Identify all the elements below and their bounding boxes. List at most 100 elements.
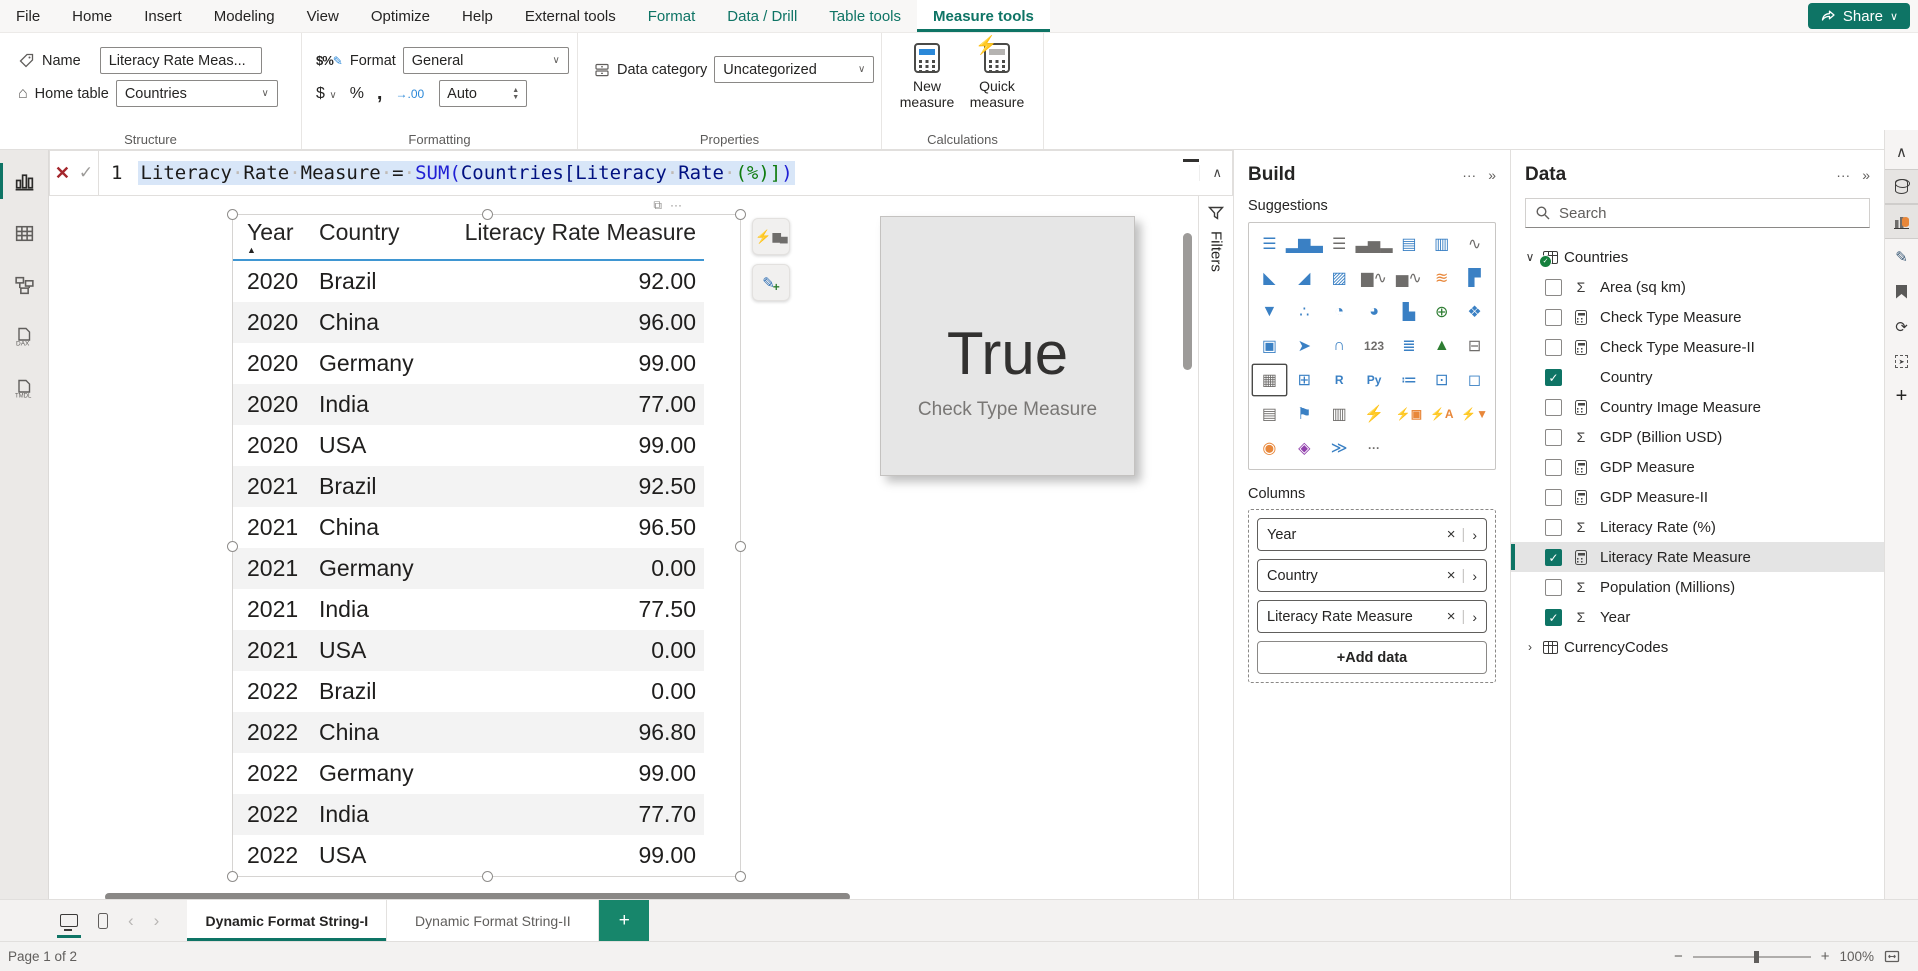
table-row[interactable]: 2021China96.50 [233,507,704,548]
menu-item-home[interactable]: Home [56,0,128,32]
100-stacked-bar-chart-icon[interactable]: ▤ [1393,229,1426,259]
line-stacked-column-chart-icon[interactable]: ▆∿ [1356,263,1393,293]
formula-code[interactable]: Literacy·Rate·Measure·=·SUM(Countries[Li… [138,161,794,185]
field-checkbox[interactable] [1545,459,1562,476]
quick-calc-ai-visual-icon[interactable]: ⚡ [1356,399,1393,429]
currency-button[interactable]: $ ∨ [316,85,337,103]
add-data-button[interactable]: +Add data [1257,641,1487,674]
field-checkbox[interactable] [1545,579,1562,596]
kpi-icon[interactable]: ▲ [1425,331,1458,361]
resize-handle[interactable] [482,209,493,220]
data-field-country-image-measure[interactable]: Country Image Measure [1511,392,1884,422]
column-header-year[interactable]: Year ▲ [247,219,319,254]
mobile-layout-button[interactable] [98,913,108,929]
build-pane-collapse-icon[interactable]: » [1488,167,1496,183]
ai-narrative-visual-icon[interactable]: ⚡A [1425,399,1458,429]
field-checkbox[interactable] [1545,519,1562,536]
filters-pane-collapsed[interactable]: Filters [1198,196,1233,899]
search-input[interactable]: Search [1525,198,1870,228]
data-field-gdp-billion-usd[interactable]: ΣGDP (Billion USD) [1511,422,1884,452]
field-checkbox[interactable]: ✓ [1545,609,1562,626]
format-select[interactable]: General ∨ [403,47,569,74]
table-row[interactable]: 2020Germany99.00 [233,343,704,384]
field-checkbox[interactable] [1545,399,1562,416]
field-well-year[interactable]: Year×|› [1257,518,1487,551]
python-visual-icon[interactable]: Py [1356,365,1393,395]
menu-item-file[interactable]: File [0,0,56,32]
field-well-literacy-rate-measure[interactable]: Literacy Rate Measure×|› [1257,600,1487,633]
page-tab-dynamic-format-string-ii[interactable]: Dynamic Format String-II [387,900,599,941]
field-options-chevron-icon[interactable]: › [1465,609,1477,625]
ai-anomaly-visual-icon[interactable]: ⚡▣ [1393,399,1426,429]
menu-tab-format[interactable]: Format [632,0,712,32]
slicer-icon[interactable]: ⊟ [1458,331,1491,361]
table-row[interactable]: 2021Germany0.00 [233,548,704,589]
previous-page-arrow[interactable]: ‹ [128,911,134,931]
data-field-year[interactable]: ✓ΣYear [1511,602,1884,632]
format-pane-toggle[interactable]: ✎ [1885,239,1918,274]
table-row[interactable]: 2020Brazil92.00 [233,261,704,302]
data-pane-collapse-icon[interactable]: » [1862,167,1870,183]
100-stacked-column-chart-icon[interactable]: ▥ [1425,229,1458,259]
menu-item-view[interactable]: View [291,0,355,32]
tmdl-view-button[interactable]: TMDL [0,366,49,412]
arcgis-map-icon[interactable]: ◉ [1253,433,1286,463]
remove-field-icon[interactable]: × [1441,526,1462,543]
build-visual-pane-toggle[interactable] [1885,204,1918,239]
filled-map-icon[interactable]: ❖ [1458,297,1491,327]
formula-bar-resize-handle[interactable] [1183,159,1199,162]
canvas-vertical-scrollbar[interactable] [1183,233,1192,370]
menu-tab-table-tools[interactable]: Table tools [813,0,917,32]
table-row[interactable]: 2022Germany99.00 [233,753,704,794]
shape-map-icon[interactable]: ▣ [1253,331,1286,361]
paginated-report-icon[interactable]: ▥ [1323,399,1356,429]
share-button[interactable]: Share ∨ [1808,3,1910,29]
tree-expand-chevron-icon[interactable]: › [1523,640,1537,654]
table-visual[interactable]: ⧉ ··· Year ▲ Country Literacy Rate Measu… [232,214,741,877]
data-field-literacy-rate[interactable]: ΣLiteracy Rate (%) [1511,512,1884,542]
map-icon[interactable]: ⊕ [1425,297,1458,327]
resize-handle[interactable] [735,541,746,552]
page-tab-dynamic-format-string-i[interactable]: Dynamic Format String-I [187,900,387,941]
thousands-separator-button[interactable]: , [377,82,383,105]
build-pane-more-icon[interactable]: ··· [1462,167,1476,183]
field-options-chevron-icon[interactable]: › [1465,527,1477,543]
decimal-places-icon[interactable]: →.00 [395,87,424,101]
field-checkbox[interactable] [1545,309,1562,326]
data-field-population-millions[interactable]: ΣPopulation (Millions) [1511,572,1884,602]
ai-filter-visual-icon[interactable]: ⚡▼ [1458,399,1491,429]
table-row[interactable]: 2022China96.80 [233,712,704,753]
menu-item-optimize[interactable]: Optimize [355,0,446,32]
data-pane-more-icon[interactable]: ··· [1836,167,1850,183]
resize-handle[interactable] [482,871,493,882]
table-row[interactable]: 2020China96.00 [233,302,704,343]
menu-tab-data-drill[interactable]: Data / Drill [711,0,813,32]
scatter-chart-icon[interactable]: ∴ [1286,297,1323,327]
sync-visuals-pane-toggle[interactable]: ⟳ [1885,309,1918,344]
data-table-countries[interactable]: ∨Countries [1511,242,1884,272]
table-icon[interactable]: ▦ [1253,365,1286,395]
data-field-country[interactable]: ✓Country [1511,362,1884,392]
menu-item-external-tools[interactable]: External tools [509,0,632,32]
treemap-icon[interactable]: ▙ [1393,297,1426,327]
area-chart-icon[interactable]: ◣ [1253,263,1286,293]
field-checkbox[interactable] [1545,279,1562,296]
zoom-out-button[interactable]: − [1674,948,1683,965]
field-checkbox[interactable] [1545,489,1562,506]
donut-chart-icon[interactable]: ◕ [1356,297,1393,327]
model-view-button[interactable] [0,262,49,308]
smart-narrative-icon[interactable]: ▤ [1253,399,1286,429]
qa-visual-icon[interactable]: ◻ [1458,365,1491,395]
selection-pane-toggle[interactable]: ➤ [1885,344,1918,379]
data-field-check-type-measure-ii[interactable]: Check Type Measure-II [1511,332,1884,362]
azure-map-icon[interactable]: ➤ [1286,331,1323,361]
pie-chart-icon[interactable]: ◔ [1323,297,1356,327]
copy-visual-icon[interactable]: ⧉ [653,198,662,213]
percent-button[interactable]: % [350,85,364,103]
table-row[interactable]: 2020USA99.00 [233,425,704,466]
table-row[interactable]: 2021India77.50 [233,589,704,630]
measure-name-input[interactable]: Literacy Rate Meas... [100,47,262,74]
menu-item-insert[interactable]: Insert [128,0,198,32]
line-chart-icon[interactable]: ∿ [1458,229,1491,259]
report-canvas[interactable]: ⧉ ··· Year ▲ Country Literacy Rate Measu… [49,196,1198,899]
